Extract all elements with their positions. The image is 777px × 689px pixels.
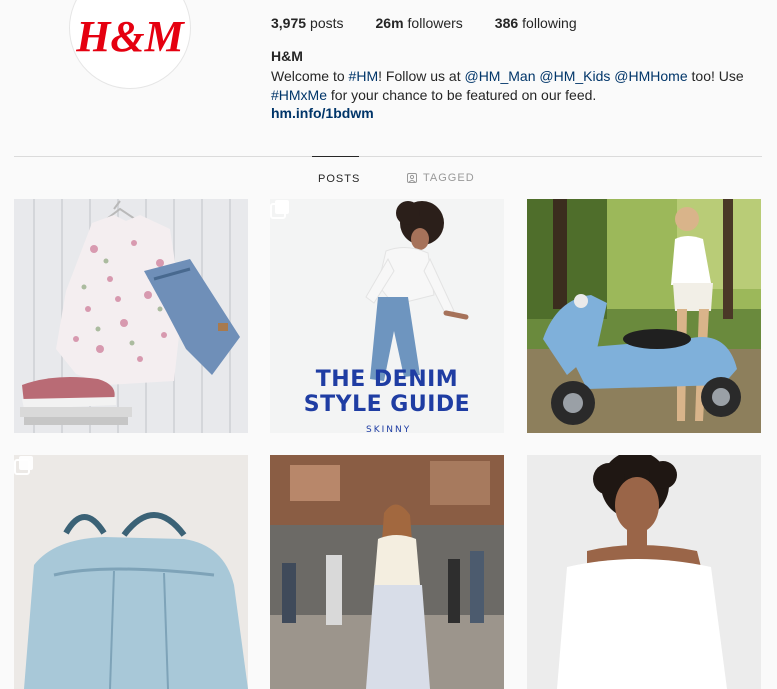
bio-mention-hm-home[interactable]: @HMHome <box>614 68 687 84</box>
post-thumbnail[interactable]: THE DENIM STYLE GUIDE SKINNY <box>270 199 504 433</box>
posts-label: posts <box>310 15 344 31</box>
following-count: 386 <box>494 15 519 31</box>
post-thumbnail[interactable] <box>527 455 761 689</box>
profile-bio: Welcome to #HM! Follow us at @HM_Man @HM… <box>271 67 771 105</box>
tabs-divider <box>14 156 762 157</box>
post-subtitle: SKINNY <box>366 425 412 433</box>
bio-text: ! Follow us at <box>378 68 465 84</box>
post-image <box>270 455 504 689</box>
posts-stat: 3,975 posts <box>271 15 344 31</box>
bio-text: Welcome to <box>271 68 349 84</box>
post-image <box>14 455 248 689</box>
post-title-line2: STYLE GUIDE <box>303 392 471 417</box>
profile-website-link[interactable]: hm.info/1bdwm <box>271 105 374 121</box>
carousel-icon <box>14 456 33 475</box>
tab-tagged[interactable]: TAGGED <box>407 156 475 200</box>
carousel-icon <box>270 200 289 219</box>
bio-mention-hm-kids[interactable]: @HM_Kids <box>539 68 610 84</box>
post-thumbnail[interactable] <box>270 455 504 689</box>
posts-count: 3,975 <box>271 15 307 31</box>
post-image <box>527 455 761 689</box>
hm-logo: H&M <box>75 12 185 61</box>
followers-stat[interactable]: 26m followers <box>376 15 463 31</box>
tab-posts-label: POSTS <box>318 173 361 185</box>
tab-posts[interactable]: POSTS <box>312 156 359 201</box>
profile-stats: 3,975 posts 26m followers 386 following <box>271 15 577 31</box>
hm-logo-text: H&M <box>75 12 185 61</box>
bio-mention-hm-man[interactable]: @HM_Man <box>464 68 535 84</box>
bio-hashtag-hm[interactable]: #HM <box>349 68 379 84</box>
tab-tagged-label: TAGGED <box>423 172 475 184</box>
followers-label: followers <box>407 15 463 31</box>
profile-avatar[interactable]: H&M <box>69 0 191 89</box>
followers-count: 26m <box>375 15 404 31</box>
post-image <box>527 199 761 433</box>
bio-text: too! Use <box>687 68 744 84</box>
bio-text: for your chance to be featured on our fe… <box>327 87 597 103</box>
post-thumbnail[interactable] <box>527 199 761 433</box>
post-thumbnail[interactable] <box>14 455 248 689</box>
following-stat[interactable]: 386 following <box>495 15 577 31</box>
following-label: following <box>522 15 577 31</box>
profile-full-name: H&M <box>271 48 303 64</box>
tagged-icon <box>407 173 417 183</box>
bio-hashtag-hmxme[interactable]: #HMxMe <box>271 87 327 103</box>
post-thumbnail[interactable] <box>14 199 248 433</box>
post-image <box>14 199 248 433</box>
post-title-line1: THE DENIM <box>315 367 459 392</box>
